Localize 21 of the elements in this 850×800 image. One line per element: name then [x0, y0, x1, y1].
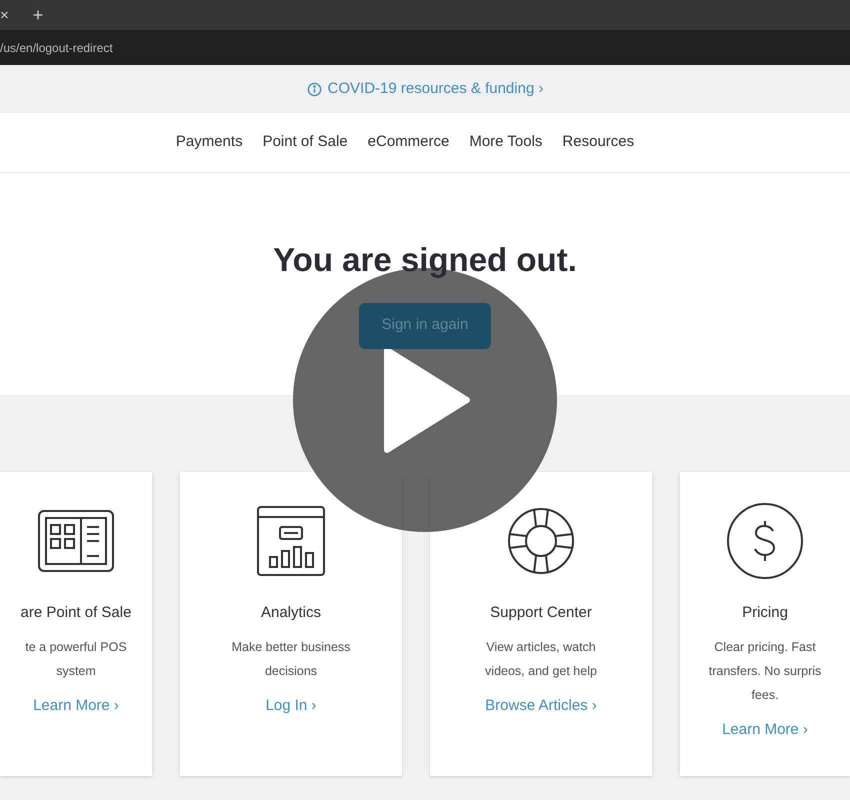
card-description: Clear pricing. Fast transfers. No surpris fees. — [708, 638, 822, 704]
card-description: te a powerful POS system — [25, 638, 127, 680]
signed-out-heading: You are signed out. — [273, 240, 577, 280]
nav-link[interactable]: eCommerce — [368, 131, 450, 154]
card-title: Pricing — [742, 603, 788, 623]
chart-window-icon — [256, 505, 326, 577]
new-tab-button[interactable]: + — [32, 6, 44, 24]
nav-link[interactable]: Payments — [176, 131, 243, 154]
card-description: View articles, watch videos, and get help — [485, 638, 597, 680]
card-title: Analytics — [260, 603, 322, 623]
card-title: are Point of Sale — [20, 603, 132, 623]
address-bar[interactable]: /us/en/logout-redirect — [0, 30, 850, 65]
nav-link[interactable]: More Tools — [469, 131, 542, 154]
card-description: Make better business decisions — [232, 638, 350, 680]
dollar-circle-icon — [726, 502, 804, 580]
nav-link[interactable]: Point of Sale — [262, 131, 348, 154]
card-title: Support Center — [490, 603, 592, 623]
tablet-icon — [36, 508, 116, 574]
tab-close-button[interactable]: × — [0, 8, 13, 22]
info-icon — [306, 82, 322, 96]
nav-link[interactable]: Resources — [562, 131, 634, 154]
